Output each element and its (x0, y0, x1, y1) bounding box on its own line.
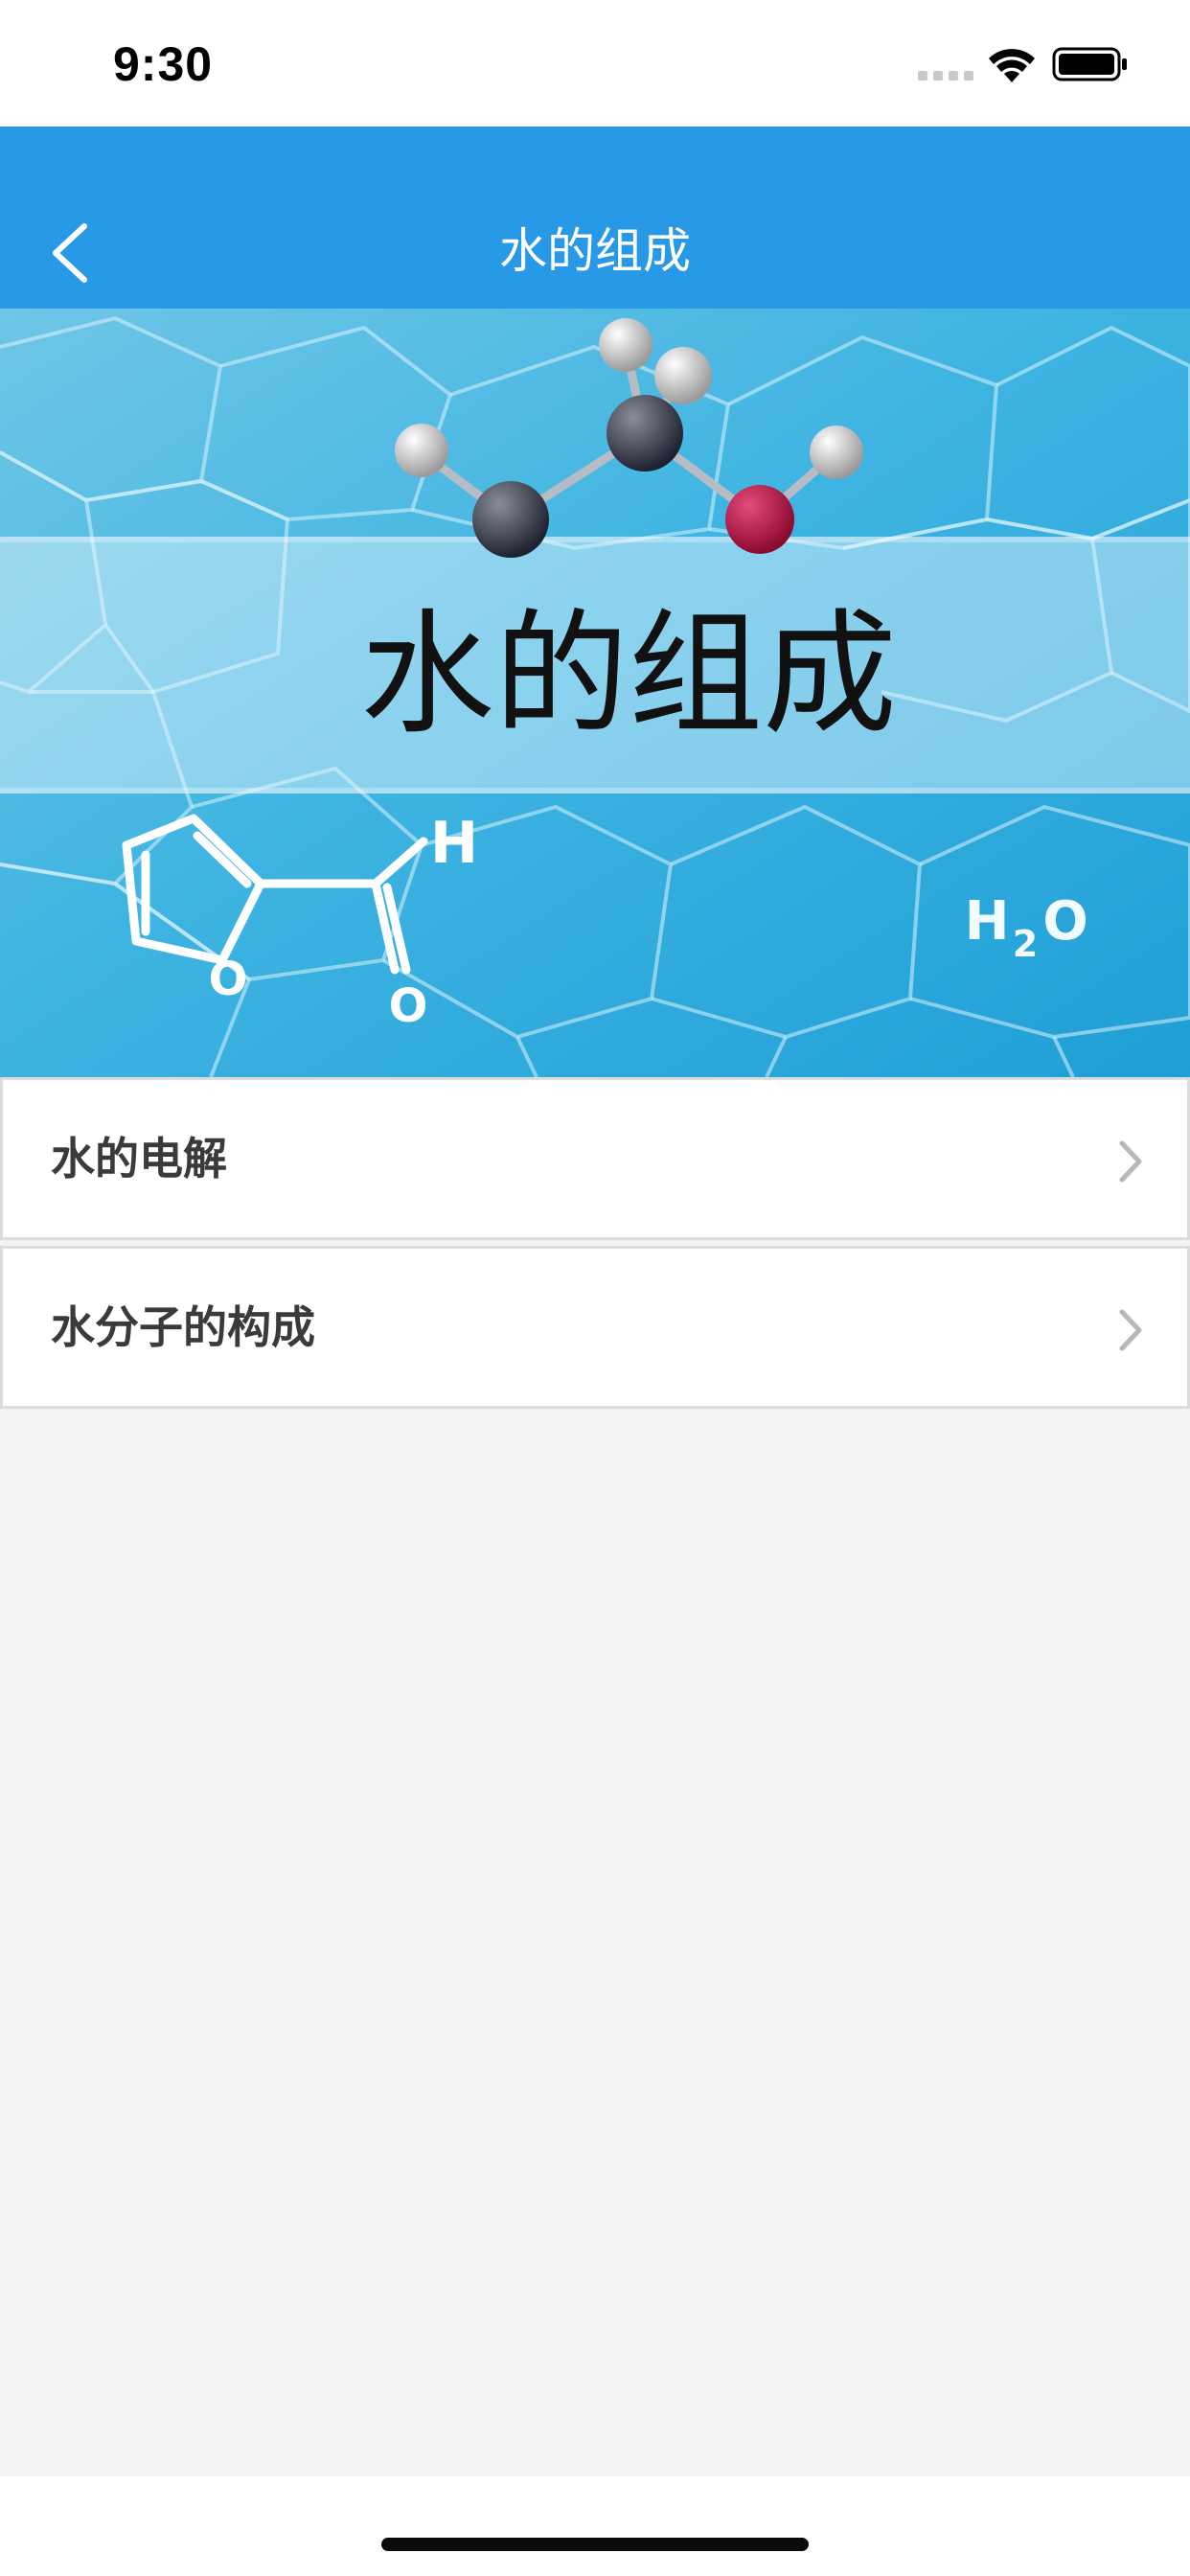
list-item-label: 水分子的构成 (51, 1301, 315, 1353)
status-bar: 9:30 (0, 0, 1190, 126)
wifi-icon (989, 49, 1035, 82)
banner-illustration: 水的组成 O H O H 2 O (0, 309, 1190, 1077)
list-item-water-electrolysis[interactable]: 水的电解 (0, 1077, 1190, 1240)
formula-o: O (1042, 890, 1088, 953)
topic-list: 水的电解 水分子的构成 (0, 1077, 1190, 1414)
formula-subscript: 2 (1013, 923, 1038, 965)
formula-h: H (965, 890, 1010, 953)
formula-label-o: O (209, 953, 248, 1006)
signal-icon (918, 71, 973, 80)
home-indicator-area (0, 2476, 1190, 2576)
banner-title: 水的组成 (360, 597, 897, 753)
formula-label-h: H (430, 810, 478, 877)
list-item-water-molecule-structure[interactable]: 水分子的构成 (0, 1246, 1190, 1409)
formula-label-o-2: O (389, 979, 428, 1033)
page-title: 水的组成 (499, 223, 691, 279)
chevron-right-icon (1119, 1140, 1142, 1183)
list-item-label: 水的电解 (51, 1133, 227, 1184)
screen: 9:30 水的组成 水的组成 O H O H 2 O 水的电解 水分子的构成 (0, 0, 1190, 2576)
battery-icon (1052, 47, 1127, 81)
chevron-right-icon (1119, 1309, 1142, 1351)
banner-image: 水的组成 O H O H 2 O (0, 309, 1190, 1077)
status-time: 9:30 (113, 37, 214, 91)
home-indicator[interactable] (381, 2538, 809, 2551)
navigation-bar: 水的组成 (0, 126, 1190, 309)
